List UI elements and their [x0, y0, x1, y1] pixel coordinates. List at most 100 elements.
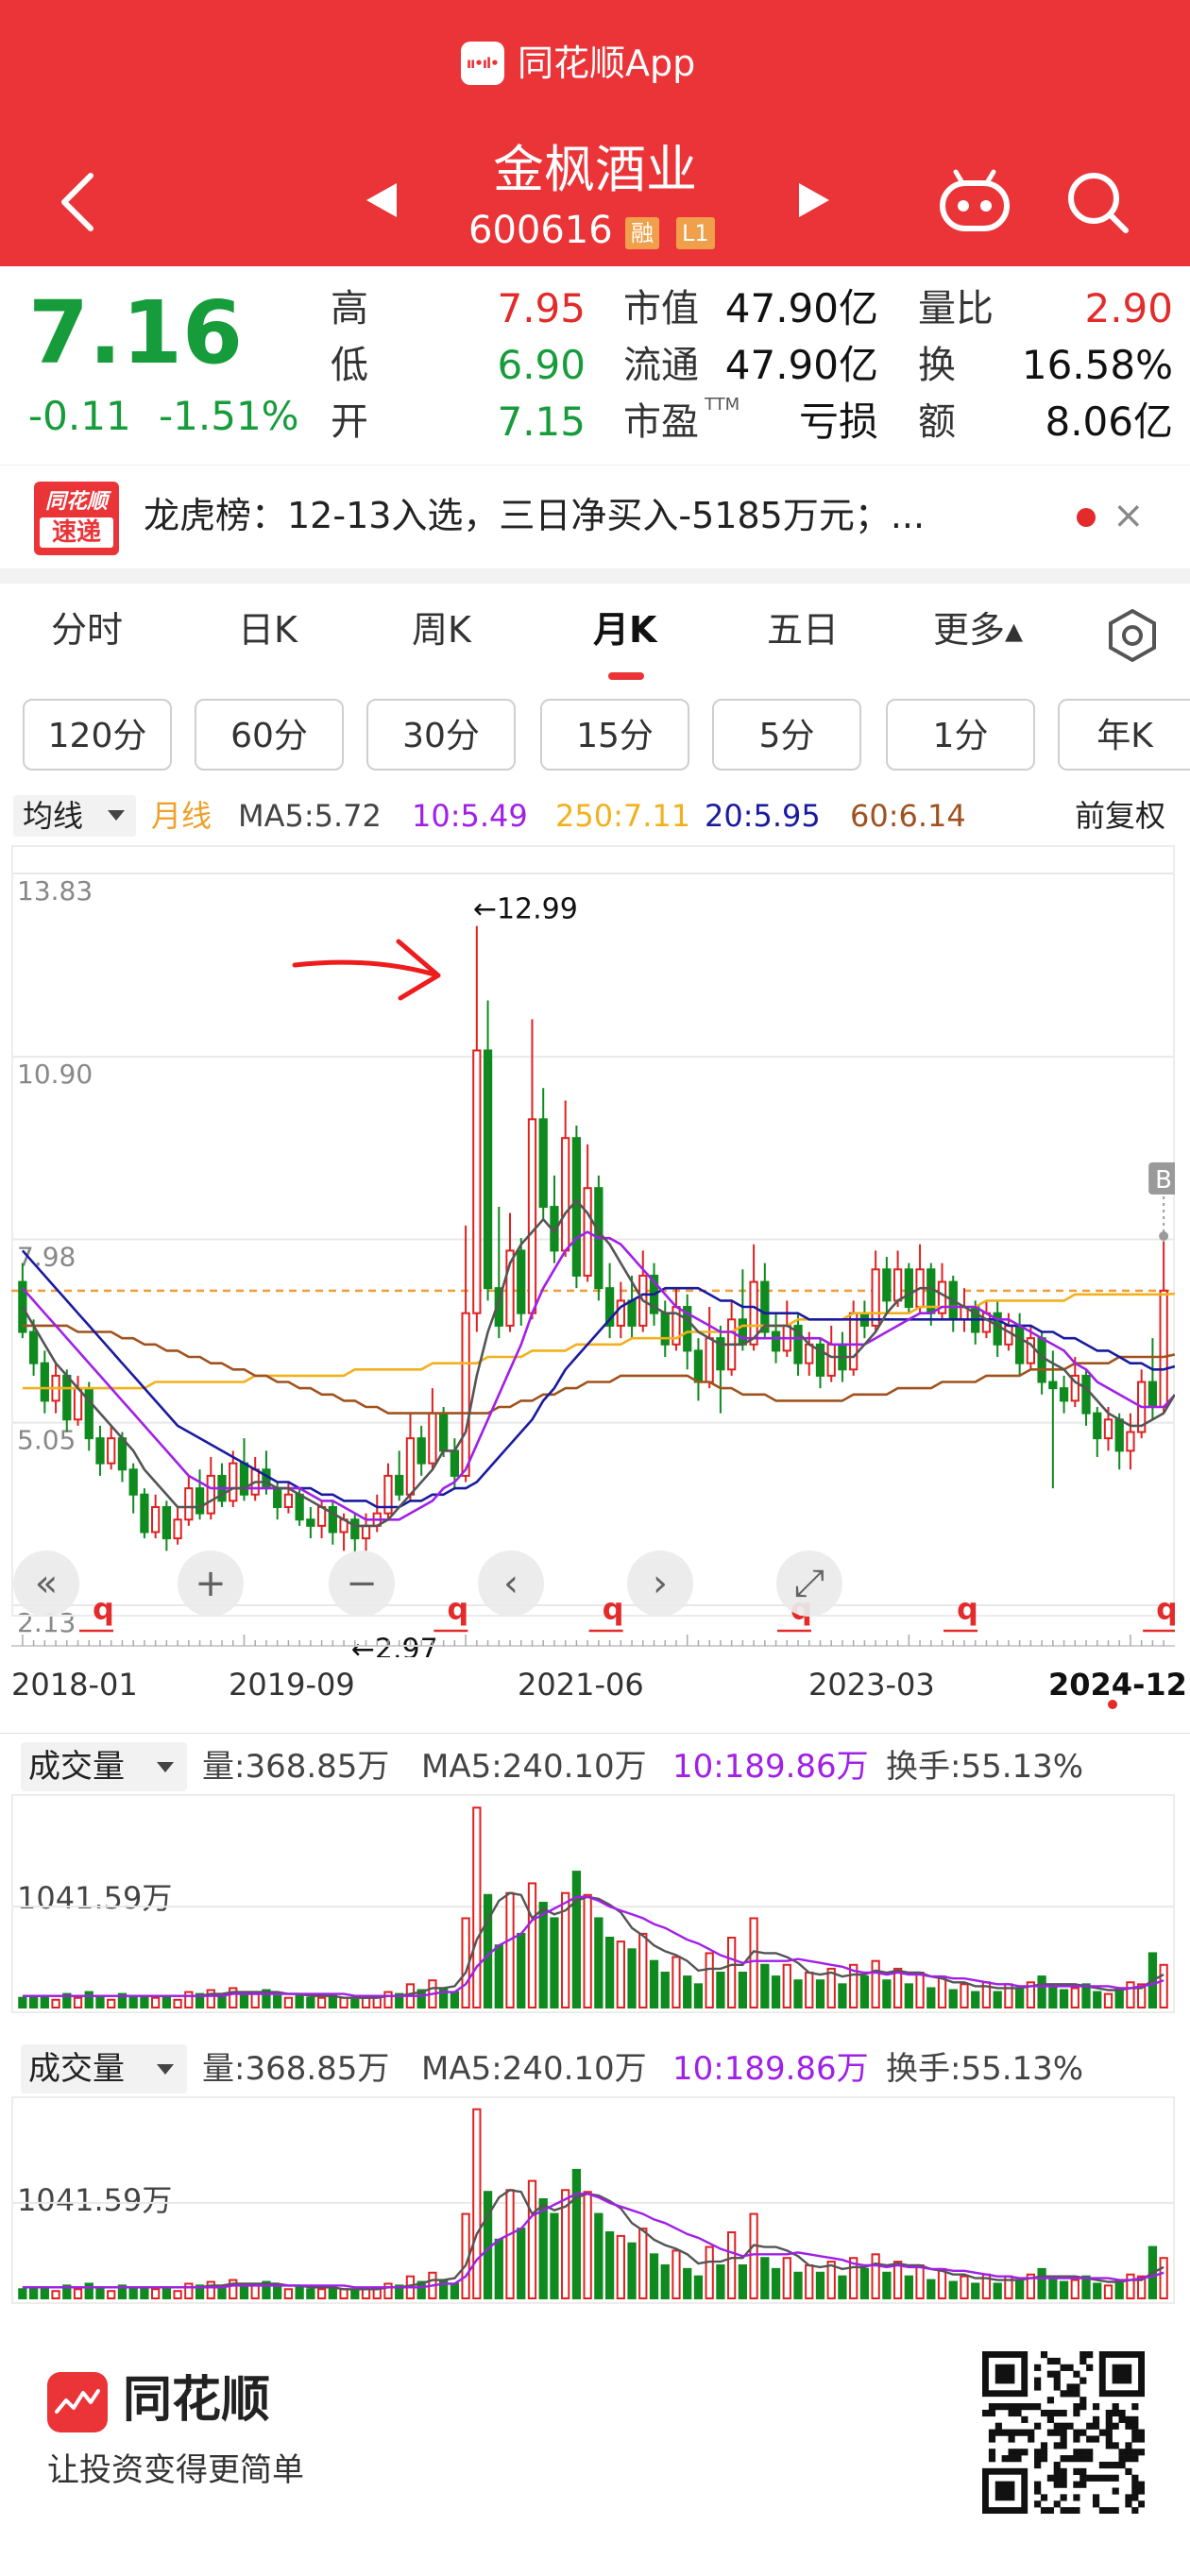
candle-body: [73, 1387, 83, 1421]
ma-period-label: 月线: [151, 798, 212, 834]
robot-icon[interactable]: [937, 168, 1012, 236]
settings-icon[interactable]: [1105, 608, 1160, 663]
volume-chart-1[interactable]: [11, 1794, 1175, 2013]
zoom-in-button[interactable]: +: [178, 1551, 244, 1617]
ma60-line: [22, 1324, 1175, 1415]
qr-module: [1073, 2507, 1080, 2514]
candle: [815, 1338, 825, 1389]
volume-bar: [140, 1994, 149, 2009]
period-120min[interactable]: 120分: [23, 699, 172, 771]
qr-module: [1046, 2415, 1054, 2423]
volume-bar: [339, 2288, 348, 2299]
volume-bar: [128, 2288, 138, 2299]
qr-module: [1112, 2409, 1119, 2417]
volume-bar: [760, 1963, 770, 2008]
qr-module: [1112, 2442, 1119, 2449]
mktcap-label: 市值: [623, 287, 699, 330]
volume-bar: [28, 1994, 39, 2009]
fullscreen-button[interactable]: ⤢: [776, 1551, 842, 1617]
amount-value: 8.06亿: [1045, 398, 1173, 445]
candle: [693, 1338, 704, 1401]
scroll-left-fast-button[interactable]: «: [13, 1551, 79, 1617]
news-headline[interactable]: 龙虎榜：12-13入选，三日净买入-5185万元；...: [144, 493, 1031, 538]
ma5-value: MA5:5.72: [238, 798, 382, 834]
volume-bar: [693, 1983, 704, 2008]
qr-module: [1008, 2409, 1015, 2417]
qr-module: [1034, 2487, 1042, 2495]
tab-intraday[interactable]: 分时: [51, 604, 123, 655]
period-15min[interactable]: 15分: [540, 699, 689, 771]
candle-body: [472, 1049, 482, 1314]
candle-body: [438, 1412, 449, 1452]
volume-bar: [726, 1937, 737, 2008]
candle-body: [483, 1049, 493, 1290]
qr-finder-core: [1112, 2364, 1132, 2384]
candle: [250, 1457, 260, 1501]
volume-ma5-1: MA5:240.10万: [421, 1748, 647, 1786]
period-5min[interactable]: 5分: [712, 699, 861, 771]
scroll-left-button[interactable]: ‹: [478, 1551, 544, 1617]
qr-module: [1080, 2467, 1087, 2476]
news-close-button[interactable]: ×: [1113, 493, 1145, 538]
adjust-mode[interactable]: 前复权: [1075, 795, 1165, 837]
candle: [461, 1225, 470, 1483]
period-60min[interactable]: 60分: [195, 699, 344, 771]
volume-bar: [604, 2231, 615, 2299]
qr-module: [1118, 2455, 1126, 2463]
volume-ma10-2: 10:189.86万: [672, 2050, 869, 2088]
scroll-right-button[interactable]: ›: [627, 1551, 693, 1617]
volume-bar: [206, 2280, 215, 2299]
candle: [561, 1100, 570, 1258]
volume-bar: [882, 1979, 892, 2009]
section-divider: [0, 568, 1190, 584]
volume-bar: [937, 2267, 947, 2299]
kline-chart[interactable]: 13.8310.907.985.052.13←12.99←2.97qqqqqqB: [11, 845, 1175, 1657]
period-yearly-k[interactable]: 年K: [1058, 699, 1190, 771]
volume-bar: [960, 2275, 969, 2300]
footer-slogan: 让投资变得更简单: [47, 2451, 304, 2489]
period-1min[interactable]: 1分: [886, 699, 1035, 771]
candle: [826, 1325, 836, 1382]
tab-monthly-k[interactable]: 月K: [593, 604, 656, 655]
qr-module: [1034, 2461, 1042, 2469]
tab-daily-k[interactable]: 日K: [238, 604, 298, 655]
volume-bar: [18, 2288, 27, 2299]
qr-module: [1080, 2397, 1087, 2404]
volume-bar: [328, 1994, 337, 2009]
volume-bar: [915, 2264, 925, 2299]
candle-body: [527, 1118, 537, 1314]
volume-bar: [283, 2288, 294, 2299]
search-icon[interactable]: [1063, 168, 1131, 236]
qr-module: [1131, 2449, 1139, 2456]
volume-bar: [273, 1994, 282, 2009]
qr-module: [1066, 2364, 1074, 2371]
candle-body: [1159, 1289, 1168, 1409]
price-change: -0.11: [28, 393, 131, 439]
q-marker: q: [603, 1591, 624, 1627]
qr-module: [1046, 2370, 1054, 2378]
buy-marker-dot: [1159, 1231, 1169, 1241]
volume-bar: [815, 2271, 825, 2299]
candle-body: [1014, 1324, 1025, 1364]
candle-body: [95, 1437, 105, 1465]
candle-body: [262, 1468, 271, 1490]
period-30min[interactable]: 30分: [366, 699, 516, 771]
qr-module: [1080, 2429, 1087, 2436]
tab-more[interactable]: 更多▴: [933, 604, 1023, 655]
turnover-value: 16.58%: [1021, 342, 1173, 388]
qr-module: [1112, 2474, 1119, 2482]
qr-module: [1060, 2390, 1067, 2398]
candle: [1048, 1350, 1058, 1489]
zoom-out-button[interactable]: −: [329, 1551, 395, 1617]
candle: [107, 1425, 116, 1470]
qr-module: [1112, 2507, 1119, 2514]
volume-bar: [871, 2253, 880, 2299]
tab-five-day[interactable]: 五日: [767, 604, 839, 655]
volume-chart-2[interactable]: [11, 2096, 1175, 2304]
tab-weekly-k[interactable]: 周K: [412, 604, 471, 655]
volume-bar: [859, 2267, 870, 2299]
x-label-2023-03: 2023-03: [808, 1667, 935, 1703]
next-stock-icon[interactable]: [795, 179, 833, 221]
qr-module: [1034, 2403, 1042, 2411]
volume-bar: [738, 1972, 748, 2008]
